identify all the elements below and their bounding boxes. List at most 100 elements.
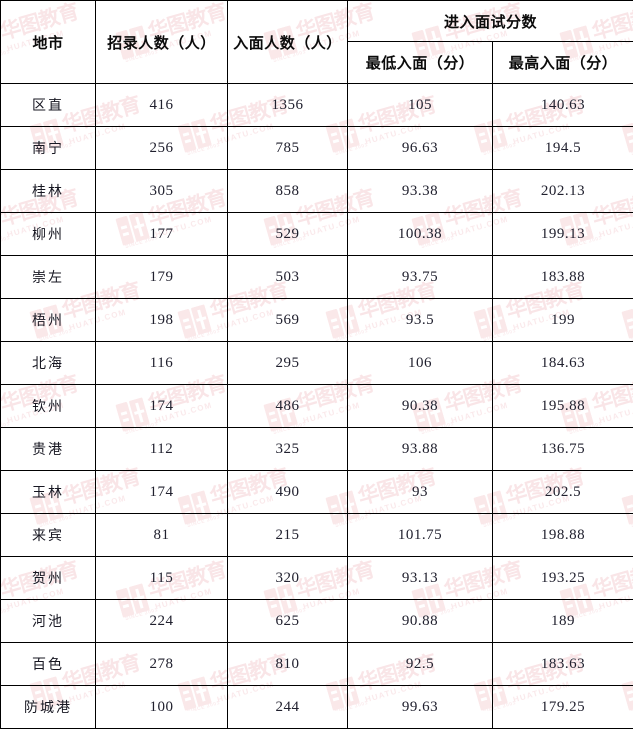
- cell-city: 区直: [1, 84, 96, 127]
- cell-entered: 503: [228, 256, 348, 299]
- cell-entered: 325: [228, 428, 348, 471]
- table-row: 贵港11232593.88136.75: [1, 428, 633, 471]
- cell-hired: 174: [96, 385, 228, 428]
- cell-entered: 486: [228, 385, 348, 428]
- cell-max-score: 184.63: [493, 342, 633, 385]
- cell-max-score: 193.25: [493, 557, 633, 600]
- col-header-group-interview-score: 进入面试分数: [348, 1, 633, 42]
- cell-min-score: 92.5: [348, 643, 493, 686]
- cell-hired: 416: [96, 84, 228, 127]
- cell-entered: 625: [228, 600, 348, 643]
- cell-max-score: 202.5: [493, 471, 633, 514]
- cell-min-score: 93.13: [348, 557, 493, 600]
- table-row: 河池22462590.88189: [1, 600, 633, 643]
- cell-entered: 320: [228, 557, 348, 600]
- cell-max-score: 195.88: [493, 385, 633, 428]
- cell-max-score: 183.63: [493, 643, 633, 686]
- cell-max-score: 194.5: [493, 127, 633, 170]
- cell-city: 崇左: [1, 256, 96, 299]
- cell-city: 钦州: [1, 385, 96, 428]
- col-header-max-score: 最高入面（分）: [493, 42, 633, 84]
- cell-city: 北海: [1, 342, 96, 385]
- cell-hired: 256: [96, 127, 228, 170]
- table-row: 区直4161356105140.63: [1, 84, 633, 127]
- cell-entered: 785: [228, 127, 348, 170]
- cell-min-score: 93.75: [348, 256, 493, 299]
- cell-min-score: 90.88: [348, 600, 493, 643]
- cell-min-score: 100.38: [348, 213, 493, 256]
- table-row: 崇左17950393.75183.88: [1, 256, 633, 299]
- cell-hired: 177: [96, 213, 228, 256]
- cell-city: 河池: [1, 600, 96, 643]
- cell-min-score: 106: [348, 342, 493, 385]
- cell-hired: 305: [96, 170, 228, 213]
- table-header: 地市 招录人数（人） 入面人数（人） 进入面试分数 最低入面（分） 最高入面（分…: [1, 1, 633, 84]
- cell-city: 梧州: [1, 299, 96, 342]
- cell-min-score: 90.38: [348, 385, 493, 428]
- cell-hired: 100: [96, 686, 228, 729]
- cell-min-score: 93.38: [348, 170, 493, 213]
- cell-entered: 529: [228, 213, 348, 256]
- cell-hired: 174: [96, 471, 228, 514]
- table-row: 桂林30585893.38202.13: [1, 170, 633, 213]
- cell-max-score: 140.63: [493, 84, 633, 127]
- cell-city: 防城港: [1, 686, 96, 729]
- table-row: 百色27881092.5183.63: [1, 643, 633, 686]
- table-row: 北海116295106184.63: [1, 342, 633, 385]
- col-header-city: 地市: [1, 1, 96, 84]
- cell-city: 百色: [1, 643, 96, 686]
- cell-hired: 116: [96, 342, 228, 385]
- cell-city: 柳州: [1, 213, 96, 256]
- cell-entered: 858: [228, 170, 348, 213]
- cell-min-score: 105: [348, 84, 493, 127]
- header-row-top: 地市 招录人数（人） 入面人数（人） 进入面试分数: [1, 1, 633, 42]
- cell-entered: 1356: [228, 84, 348, 127]
- table-row: 梧州19856993.5199: [1, 299, 633, 342]
- cell-entered: 244: [228, 686, 348, 729]
- cell-entered: 490: [228, 471, 348, 514]
- table-body: 区直4161356105140.63南宁25678596.63194.5桂林30…: [1, 84, 633, 729]
- cell-city: 贵港: [1, 428, 96, 471]
- cell-entered: 569: [228, 299, 348, 342]
- table-row: 柳州177529100.38199.13: [1, 213, 633, 256]
- exam-score-table: 地市 招录人数（人） 入面人数（人） 进入面试分数 最低入面（分） 最高入面（分…: [0, 0, 633, 729]
- cell-max-score: 183.88: [493, 256, 633, 299]
- col-header-min-score: 最低入面（分）: [348, 42, 493, 84]
- cell-min-score: 93: [348, 471, 493, 514]
- cell-city: 贺州: [1, 557, 96, 600]
- table-row: 贺州11532093.13193.25: [1, 557, 633, 600]
- cell-max-score: 136.75: [493, 428, 633, 471]
- cell-min-score: 101.75: [348, 514, 493, 557]
- table-row: 防城港10024499.63179.25: [1, 686, 633, 729]
- cell-max-score: 179.25: [493, 686, 633, 729]
- cell-city: 玉林: [1, 471, 96, 514]
- cell-city: 桂林: [1, 170, 96, 213]
- cell-min-score: 96.63: [348, 127, 493, 170]
- cell-hired: 115: [96, 557, 228, 600]
- cell-max-score: 199.13: [493, 213, 633, 256]
- cell-max-score: 202.13: [493, 170, 633, 213]
- table-row: 玉林17449093202.5: [1, 471, 633, 514]
- cell-city: 来宾: [1, 514, 96, 557]
- cell-min-score: 99.63: [348, 686, 493, 729]
- cell-hired: 278: [96, 643, 228, 686]
- cell-max-score: 198.88: [493, 514, 633, 557]
- cell-hired: 224: [96, 600, 228, 643]
- cell-entered: 810: [228, 643, 348, 686]
- cell-max-score: 199: [493, 299, 633, 342]
- cell-hired: 198: [96, 299, 228, 342]
- cell-city: 南宁: [1, 127, 96, 170]
- cell-hired: 81: [96, 514, 228, 557]
- cell-min-score: 93.88: [348, 428, 493, 471]
- cell-hired: 179: [96, 256, 228, 299]
- cell-hired: 112: [96, 428, 228, 471]
- table-row: 来宾81215101.75198.88: [1, 514, 633, 557]
- cell-entered: 215: [228, 514, 348, 557]
- col-header-hired: 招录人数（人）: [96, 1, 228, 84]
- cell-min-score: 93.5: [348, 299, 493, 342]
- table-row: 南宁25678596.63194.5: [1, 127, 633, 170]
- table-row: 钦州17448690.38195.88: [1, 385, 633, 428]
- col-header-entered: 入面人数（人）: [228, 1, 348, 84]
- cell-max-score: 189: [493, 600, 633, 643]
- cell-entered: 295: [228, 342, 348, 385]
